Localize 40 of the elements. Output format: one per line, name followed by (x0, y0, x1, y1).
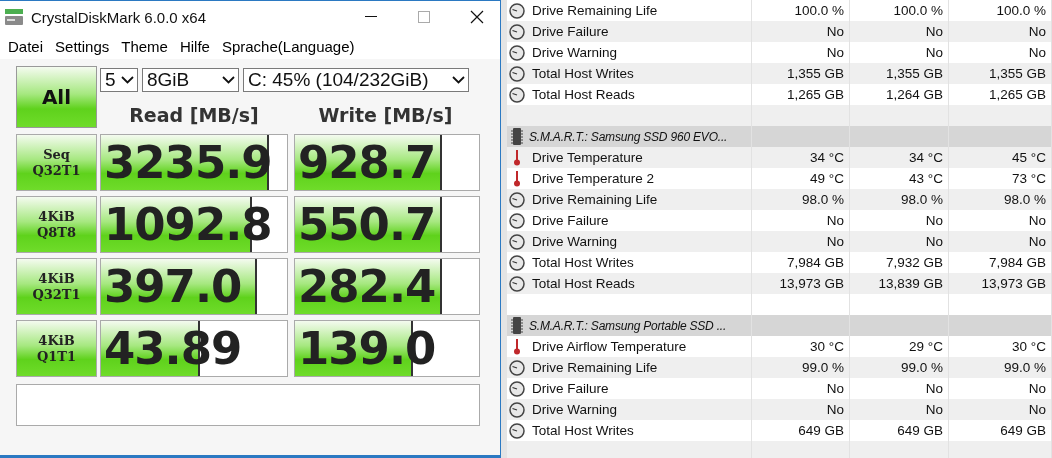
caret-icon (121, 76, 134, 84)
menu-item[interactable]: Settings (49, 37, 116, 55)
gauge-icon (509, 380, 525, 397)
caret-icon (222, 76, 235, 84)
thermometer-icon (513, 338, 521, 355)
gauge-icon (509, 86, 525, 103)
size-dropdown[interactable]: 8GiB (142, 68, 239, 92)
chip-icon (511, 317, 523, 334)
menu-item[interactable]: Sprache(Language) (215, 37, 361, 55)
comment-field[interactable] (16, 384, 480, 426)
test-button[interactable]: Seq Q32T1 (16, 134, 97, 191)
window-title: CrystalDiskMark 6.0.0 x64 (31, 8, 208, 26)
result-value: 550.7 (297, 197, 437, 252)
column-header: Read [MB/s] (128, 102, 260, 128)
gauge-icon (509, 254, 525, 271)
test-button[interactable]: 4KiB Q1T1 (16, 320, 97, 377)
gauge-icon (509, 422, 525, 439)
gauge-icon (509, 44, 525, 61)
count-dropdown[interactable]: 5 (100, 68, 138, 92)
gauge-icon (509, 212, 525, 229)
close-icon (470, 10, 484, 24)
minimize-icon (365, 16, 377, 18)
column-header: Write [MB/s] (317, 102, 454, 128)
run-all-button[interactable]: All (16, 66, 97, 128)
test-button[interactable]: 4KiB Q8T8 (16, 196, 97, 253)
chip-icon (511, 128, 523, 145)
drive-dropdown[interactable]: C: 45% (104/232GiB) (243, 68, 469, 92)
caret-icon (452, 76, 465, 84)
result-value: 928.7 (297, 135, 437, 190)
app-icon (4, 8, 24, 26)
maximize-icon (418, 11, 430, 23)
thermometer-icon (513, 170, 521, 187)
test-button[interactable]: 4KiB Q32T1 (16, 258, 97, 315)
gauge-icon (509, 2, 525, 19)
result-value: 282.4 (297, 259, 437, 314)
menu-item[interactable]: Hilfe (173, 37, 216, 55)
menu-item[interactable]: Datei (2, 37, 50, 55)
menu-item[interactable]: Theme (115, 37, 174, 55)
thermometer-icon (513, 149, 521, 166)
result-value: 397.0 (103, 259, 243, 314)
